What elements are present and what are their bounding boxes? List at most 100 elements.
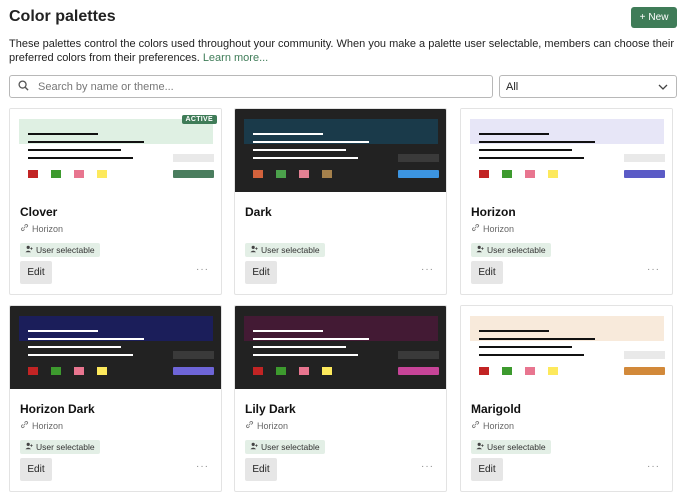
preview-box bbox=[173, 154, 214, 162]
chevron-down-icon bbox=[658, 81, 668, 93]
user-icon bbox=[250, 442, 258, 452]
palette-preview bbox=[461, 306, 672, 389]
edit-button[interactable]: Edit bbox=[471, 458, 503, 481]
palette-base-theme: Horizon bbox=[471, 223, 514, 234]
preview-box bbox=[624, 351, 665, 359]
plus-icon: + bbox=[639, 12, 646, 23]
preview-text-line bbox=[253, 330, 323, 332]
description-text: These palettes control the colors used t… bbox=[9, 38, 675, 64]
edit-button[interactable]: Edit bbox=[245, 261, 277, 284]
color-swatch bbox=[276, 367, 286, 375]
preview-text-line bbox=[479, 346, 572, 348]
color-swatch bbox=[479, 367, 489, 375]
user-icon bbox=[476, 442, 484, 452]
preview-text-line bbox=[28, 330, 98, 332]
color-swatch bbox=[51, 170, 61, 178]
palette-card: Horizon Horizon User selectable Edit ··· bbox=[460, 108, 673, 295]
user-selectable-label: User selectable bbox=[36, 245, 95, 255]
preview-text-line bbox=[28, 141, 144, 143]
color-swatch bbox=[97, 367, 107, 375]
preview-text-line bbox=[28, 338, 144, 340]
user-icon bbox=[25, 245, 33, 255]
preview-text-line bbox=[253, 157, 358, 159]
active-badge: ACTIVE bbox=[181, 115, 217, 124]
learn-more-link[interactable]: Learn more... bbox=[203, 52, 268, 64]
color-swatch bbox=[525, 367, 535, 375]
color-swatch bbox=[28, 170, 38, 178]
user-selectable-label: User selectable bbox=[36, 442, 95, 452]
preview-box bbox=[173, 351, 214, 359]
preview-box bbox=[624, 154, 665, 162]
base-theme-label: Horizon bbox=[32, 420, 64, 431]
color-swatch bbox=[51, 367, 61, 375]
preview-text-line bbox=[479, 141, 595, 143]
link-icon bbox=[20, 223, 29, 234]
color-swatch bbox=[253, 170, 263, 178]
more-options-icon[interactable]: ··· bbox=[196, 264, 209, 275]
preview-text-line bbox=[28, 149, 121, 151]
palette-name: Lily Dark bbox=[245, 402, 296, 416]
palette-preview bbox=[10, 306, 221, 389]
preview-primary-bar bbox=[398, 367, 439, 375]
color-swatch bbox=[548, 170, 558, 178]
more-options-icon[interactable]: ··· bbox=[647, 264, 660, 275]
palette-card: Lily Dark Horizon User selectable Edit ··· bbox=[234, 305, 447, 492]
base-theme-label: Horizon bbox=[32, 223, 64, 234]
preview-text-line bbox=[479, 330, 549, 332]
user-icon bbox=[476, 245, 484, 255]
user-selectable-label: User selectable bbox=[487, 245, 546, 255]
palette-preview bbox=[235, 306, 446, 389]
preview-primary-bar bbox=[173, 367, 214, 375]
page-description: These palettes control the colors used t… bbox=[9, 37, 677, 65]
color-swatch bbox=[74, 367, 84, 375]
preview-text-line bbox=[253, 338, 369, 340]
link-icon bbox=[20, 420, 29, 431]
palette-name: Marigold bbox=[471, 402, 521, 416]
palette-name: Horizon bbox=[471, 205, 516, 219]
preview-text-line bbox=[253, 141, 369, 143]
base-theme-label: Horizon bbox=[483, 420, 515, 431]
theme-filter-select[interactable]: All bbox=[499, 75, 677, 98]
link-icon bbox=[471, 420, 480, 431]
edit-button[interactable]: Edit bbox=[20, 261, 52, 284]
base-theme-label: Horizon bbox=[483, 223, 515, 234]
edit-button[interactable]: Edit bbox=[245, 458, 277, 481]
user-selectable-label: User selectable bbox=[261, 442, 320, 452]
search-box[interactable] bbox=[9, 75, 493, 98]
user-selectable-label: User selectable bbox=[487, 442, 546, 452]
color-swatch bbox=[276, 170, 286, 178]
user-icon bbox=[25, 442, 33, 452]
base-theme-label: Horizon bbox=[257, 420, 289, 431]
search-input[interactable] bbox=[38, 80, 478, 93]
preview-text-line bbox=[479, 157, 584, 159]
preview-text-line bbox=[253, 149, 346, 151]
more-options-icon[interactable]: ··· bbox=[421, 264, 434, 275]
more-options-icon[interactable]: ··· bbox=[421, 461, 434, 472]
preview-text-line bbox=[28, 157, 133, 159]
preview-primary-bar bbox=[173, 170, 214, 178]
filter-selected-value: All bbox=[506, 80, 519, 93]
user-selectable-tag: User selectable bbox=[20, 440, 100, 454]
user-selectable-tag: User selectable bbox=[20, 243, 100, 257]
edit-button[interactable]: Edit bbox=[471, 261, 503, 284]
preview-text-line bbox=[479, 149, 572, 151]
palette-name: Horizon Dark bbox=[20, 402, 95, 416]
page-header: Color palettes + New bbox=[9, 7, 677, 29]
color-swatch bbox=[479, 170, 489, 178]
preview-primary-bar bbox=[624, 367, 665, 375]
palette-name: Dark bbox=[245, 205, 272, 219]
link-icon bbox=[471, 223, 480, 234]
user-icon bbox=[250, 245, 258, 255]
preview-box bbox=[398, 154, 439, 162]
color-swatch bbox=[322, 170, 332, 178]
user-selectable-label: User selectable bbox=[261, 245, 320, 255]
more-options-icon[interactable]: ··· bbox=[647, 461, 660, 472]
color-swatch bbox=[548, 367, 558, 375]
preview-primary-bar bbox=[624, 170, 665, 178]
color-swatch bbox=[299, 367, 309, 375]
more-options-icon[interactable]: ··· bbox=[196, 461, 209, 472]
color-swatch bbox=[299, 170, 309, 178]
edit-button[interactable]: Edit bbox=[20, 458, 52, 481]
preview-text-line bbox=[479, 133, 549, 135]
new-palette-button[interactable]: + New bbox=[631, 7, 677, 28]
